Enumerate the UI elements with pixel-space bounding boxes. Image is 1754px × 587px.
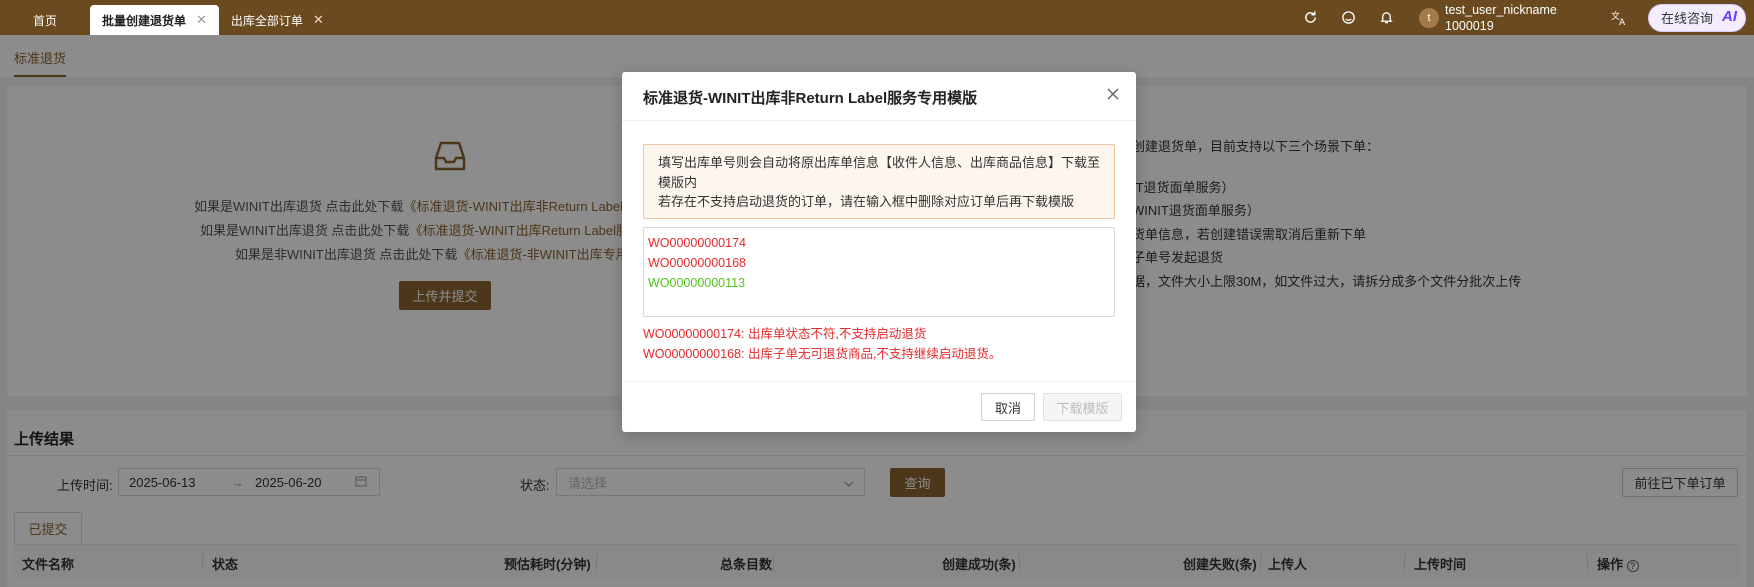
close-icon[interactable]: ✕ [313,12,324,28]
modal-title: 标准退货-WINIT出库非Return Label服务专用模版 [643,90,978,107]
svg-text:A: A [1619,18,1626,26]
divider [622,120,1136,121]
order-numbers-input[interactable]: WO00000000174 WO00000000168 WO0000000011… [643,227,1115,317]
user-info[interactable]: test_user_nickname 1000019 [1445,2,1595,34]
download-template-modal: 标准退货-WINIT出库非Return Label服务专用模版 填写出库单号则会… [622,72,1136,432]
bell-icon[interactable] [1376,8,1396,28]
divider [622,381,1136,382]
close-icon[interactable] [1104,85,1122,103]
notice-line: 若存在不支持启动退货的订单，请在输入框中删除对应订单后再下载模版 [658,194,1075,209]
ai-badge: AI [1722,7,1737,25]
tab-label: 批量创建退货单 [102,13,187,28]
avatar[interactable]: t [1419,7,1439,28]
refresh-icon[interactable] [1300,8,1320,28]
tab-label: 首页 [32,13,57,28]
user-id: 1000019 [1445,18,1494,33]
notice-line: 填写出库单号则会自动将原出库单信息【收件人信息、出库商品信息】下载至模版内 [658,155,1101,190]
order-line: WO00000000113 [648,276,746,290]
tab-batch-create-return[interactable]: 批量创建退货单 ✕ [90,5,219,35]
error-message: WO00000000168: 出库子单无可退货商品,不支持继续启动退货。 [643,347,1002,361]
download-template-button[interactable]: 下载模版 [1043,393,1122,421]
online-consult-button[interactable]: 在线咨询 AI [1648,3,1746,32]
user-nickname: test_user_nickname [1445,2,1557,17]
tab-home[interactable]: 首页 [0,5,90,35]
error-message: WO00000000174: 出库单状态不符,不支持启动退货 [643,327,927,341]
close-icon[interactable]: ✕ [196,12,207,28]
feedback-smile-icon[interactable] [1338,8,1358,28]
consult-label: 在线咨询 [1661,11,1714,26]
cancel-button[interactable]: 取消 [981,393,1035,421]
translate-icon[interactable]: 文A [1609,8,1629,28]
tab-label: 出库全部订单 [230,13,303,28]
top-right-toolbar: t test_user_nickname 1000019 文A 在线咨询 AI [1291,0,1754,35]
order-line: WO00000000168 [648,256,746,270]
order-line: WO00000000174 [648,236,746,250]
tab-outbound-orders[interactable]: 出库全部订单 ✕ [219,5,336,35]
notice-box: 填写出库单号则会自动将原出库单信息【收件人信息、出库商品信息】下载至模版内 若存… [643,144,1115,219]
